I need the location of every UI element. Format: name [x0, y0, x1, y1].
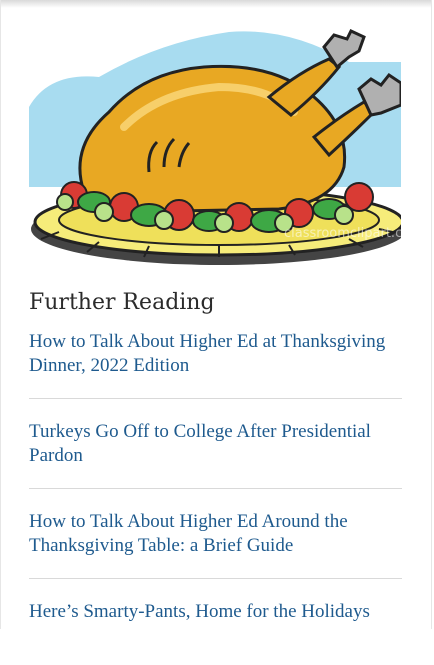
- article-link-4[interactable]: Here’s Smarty-Pants, Home for the Holida…: [29, 600, 402, 624]
- sidebar-panel: classroomclipart.com Further Reading How…: [0, 0, 432, 629]
- list-item: How to Talk About Higher Ed Around the T…: [29, 510, 402, 579]
- further-reading-list: How to Talk About Higher Ed at Thanksgiv…: [29, 330, 402, 665]
- list-item: How to Talk About Higher Ed at Thanksgiv…: [29, 330, 402, 399]
- further-reading-title: Further Reading: [29, 290, 215, 315]
- list-item: Here’s Smarty-Pants, Home for the Holida…: [29, 600, 402, 644]
- list-item: Turkeys Go Off to College After Presiden…: [29, 420, 402, 489]
- article-link-3[interactable]: How to Talk About Higher Ed Around the T…: [29, 510, 402, 558]
- turkey-illustration: classroomclipart.com: [29, 17, 401, 265]
- article-link-2[interactable]: Turkeys Go Off to College After Presiden…: [29, 420, 402, 468]
- article-link-1[interactable]: How to Talk About Higher Ed at Thanksgiv…: [29, 330, 402, 378]
- clipart-watermark: classroomclipart.com: [284, 226, 401, 241]
- top-shadow: [1, 0, 431, 8]
